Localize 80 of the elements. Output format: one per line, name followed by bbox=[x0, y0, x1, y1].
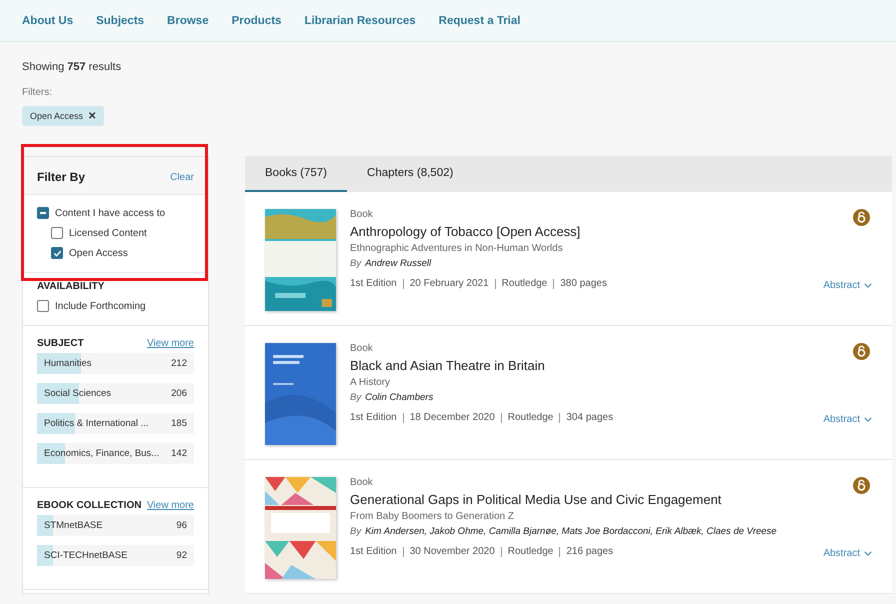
result-type: Book bbox=[350, 477, 374, 488]
meta-item: 1st Edition bbox=[350, 546, 397, 557]
meta-item: 380 pages bbox=[560, 278, 607, 289]
clear-link[interactable]: Clear bbox=[170, 172, 194, 182]
filter-title: Filter By bbox=[37, 170, 86, 184]
facet-count: 92 bbox=[176, 550, 187, 561]
nav-link[interactable]: Products bbox=[232, 14, 282, 26]
checkbox[interactable] bbox=[51, 247, 63, 259]
nav-link[interactable]: Browse bbox=[167, 14, 209, 26]
tab[interactable]: Chapters (8,502) bbox=[347, 156, 474, 192]
section-title: EBOOK COLLECTION bbox=[37, 500, 142, 511]
open-access-icon bbox=[853, 209, 870, 226]
view-more-link[interactable]: View more bbox=[146, 338, 194, 349]
facet-count: 96 bbox=[176, 520, 187, 531]
remove-icon[interactable]: ✕ bbox=[88, 110, 96, 122]
facet-item[interactable]: Economics, Finance, Bus... 142 bbox=[37, 443, 194, 464]
checkbox-label: Licensed Content bbox=[69, 228, 147, 238]
results-count: Showing 757 results bbox=[22, 61, 122, 73]
facet-item[interactable]: STMnetBASE 96 bbox=[37, 515, 194, 536]
book-subtitle: A History bbox=[350, 377, 392, 388]
facet-item[interactable]: Social Sciences 206 bbox=[37, 383, 194, 404]
chevron-down-icon bbox=[864, 417, 872, 422]
section-title: SUBJECT bbox=[37, 338, 84, 349]
chevron-down-icon bbox=[864, 551, 872, 556]
meta-item: 1st Edition bbox=[350, 278, 397, 289]
meta-item: 304 pages bbox=[566, 412, 614, 423]
abstract-toggle[interactable]: Abstract bbox=[823, 280, 872, 291]
meta-item: Routledge bbox=[508, 546, 554, 557]
nav-link[interactable]: Request a Trial bbox=[438, 14, 520, 26]
facet-label: Economics, Finance, Bus... bbox=[44, 448, 160, 459]
book-subtitle: From Baby Boomers to Generation Z bbox=[350, 511, 515, 522]
book-subtitle: Ethnographic Adventures in Non-Human Worlds bbox=[350, 243, 564, 254]
author-names: Colin Chambers bbox=[365, 392, 434, 403]
facet-label: Social Sciences bbox=[44, 388, 112, 399]
book-title-link[interactable]: Black and Asian Theatre in Britain bbox=[350, 358, 782, 373]
view-more-link[interactable]: View more bbox=[146, 500, 194, 511]
facet-count: 212 bbox=[171, 358, 187, 369]
filters-label: Filters: bbox=[22, 87, 53, 98]
meta-item: 18 December 2020 bbox=[410, 412, 495, 423]
checkbox[interactable] bbox=[37, 207, 49, 219]
facet-item[interactable]: Politics & International ... 185 bbox=[37, 413, 194, 434]
checkbox[interactable] bbox=[51, 227, 63, 239]
filter-chip[interactable]: Open Access ✕ bbox=[22, 106, 104, 126]
result-type: Book bbox=[350, 209, 374, 220]
by-label: By bbox=[350, 258, 362, 269]
meta-item: 216 pages bbox=[566, 546, 614, 557]
abstract-toggle[interactable]: Abstract bbox=[823, 414, 872, 425]
chevron-down-icon bbox=[864, 283, 872, 288]
result-type: Book bbox=[350, 343, 374, 354]
facet-label: Politics & International ... bbox=[44, 418, 149, 429]
open-access-icon bbox=[853, 477, 870, 494]
meta-item: Routledge bbox=[502, 278, 548, 289]
facet-label: STMnetBASE bbox=[44, 520, 103, 531]
nav-link[interactable]: About Us bbox=[22, 14, 74, 26]
abstract-toggle[interactable]: Abstract bbox=[823, 548, 872, 559]
facet-count: 185 bbox=[171, 418, 187, 429]
facet-item[interactable]: SCI-TECHnetBASE 92 bbox=[37, 545, 194, 566]
author-names: Andrew Russell bbox=[365, 258, 432, 269]
facet-count: 142 bbox=[171, 448, 187, 459]
checkbox-label: Content I have access to bbox=[55, 208, 166, 218]
facet-count: 206 bbox=[171, 388, 187, 399]
section-title: AVAILABILITY bbox=[37, 281, 106, 292]
checkbox-label: Include Forthcoming bbox=[55, 300, 146, 312]
meta-item: Routledge bbox=[508, 412, 554, 423]
meta-item: 20 February 2021 bbox=[410, 278, 489, 289]
facet-item[interactable]: Humanities 212 bbox=[37, 353, 194, 374]
meta-item: 30 November 2020 bbox=[410, 546, 495, 557]
checkbox-label: Open Access bbox=[69, 248, 128, 258]
checkbox[interactable] bbox=[37, 300, 49, 312]
facet-label: Humanities bbox=[44, 358, 92, 369]
nav-link[interactable]: Librarian Resources bbox=[304, 14, 416, 26]
author-names: Kim Andersen, Jakob Ohme, Camilla Bjarnøe, Mats Joe Bordacconi, Erik Albæk, Claes de Vreese bbox=[365, 526, 777, 537]
by-label: By bbox=[350, 526, 362, 537]
book-title-link[interactable]: Anthropology of Tobacco [Open Access] bbox=[350, 224, 782, 239]
by-label: By bbox=[350, 392, 362, 403]
meta-item: 1st Edition bbox=[350, 412, 397, 423]
open-access-icon bbox=[853, 343, 870, 360]
facet-label: SCI-TECHnetBASE bbox=[44, 550, 128, 561]
nav-link[interactable]: Subjects bbox=[96, 14, 144, 26]
book-title-link[interactable]: Generational Gaps in Political Media Use and Civic Engagement bbox=[350, 492, 782, 507]
